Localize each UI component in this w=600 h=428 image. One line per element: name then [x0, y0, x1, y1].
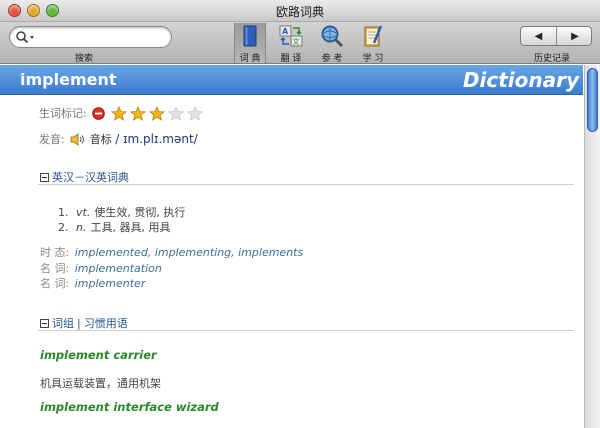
search-icon[interactable] — [15, 30, 37, 45]
search-input[interactable] — [38, 29, 168, 45]
learn-tool-button[interactable]: 学 习 — [357, 23, 389, 64]
word-mark-label: 生词标记: — [39, 107, 87, 120]
star-rating — [110, 105, 206, 121]
dictionary-tool-button[interactable]: 词 典 — [234, 23, 266, 64]
dictionary-tool-label: 词 典 — [239, 54, 261, 64]
notebook-pencil-icon — [364, 25, 383, 47]
word-form-row: 时 态: implemented, implementing, implemen… — [40, 244, 303, 260]
definition-text: 工具, 器具, 用具 — [90, 221, 171, 234]
phrase-link[interactable]: implement carrier — [40, 348, 157, 362]
forward-button[interactable]: ▶ — [557, 27, 591, 45]
phonetic-transcription: / ɪm.plɪ.mənt/ — [115, 132, 198, 146]
part-of-speech: n. — [76, 221, 87, 234]
star-empty-icon[interactable] — [167, 105, 184, 121]
magnifier-globe-icon — [321, 25, 344, 48]
title-bar: 欧路词典 — [0, 0, 600, 22]
definition-item: 2. n. 工具, 器具, 用具 — [58, 219, 170, 235]
section-header-en-zh[interactable]: 英汉－汉英词典 — [40, 169, 129, 185]
toolbar: 搜索 词 典 A 文 翻 译 参 考 学 习 ◀ ▶ 历史记录 — [0, 22, 600, 64]
word-form-link[interactable]: implementation — [75, 262, 162, 275]
speaker-icon[interactable] — [70, 132, 86, 146]
pronunciation-kind: 音标 — [89, 133, 112, 146]
definition-text: 使生效, 贯彻, 执行 — [94, 206, 186, 219]
translate-tool-label: 翻 译 — [280, 54, 302, 64]
entry-content: 生词标记: 发音: 音标 / ɪm.plɪ.mənt/ 英汉－汉英词典 1. vt… — [0, 96, 584, 428]
definition-number: 1. — [58, 206, 69, 219]
headword: implement — [20, 70, 117, 89]
star-filled-icon[interactable] — [148, 105, 165, 121]
history-nav: ◀ ▶ — [520, 26, 592, 46]
collapse-icon[interactable] — [40, 172, 49, 182]
clear-mark-icon[interactable] — [92, 106, 106, 120]
word-form-row: 名 词: implementer — [40, 275, 145, 291]
word-mark-row: 生词标记: — [39, 105, 206, 121]
reference-tool-label: 参 考 — [321, 54, 343, 64]
history-label: 历史记录 — [534, 54, 571, 64]
word-form-link[interactable]: implementer — [75, 277, 146, 290]
learn-tool-label: 学 习 — [362, 54, 384, 64]
search-label: 搜索 — [75, 54, 94, 64]
star-filled-icon[interactable] — [129, 105, 146, 121]
translate-icon: A 文 — [279, 25, 303, 47]
reference-tool-button[interactable]: 参 考 — [316, 23, 348, 64]
collapse-icon[interactable] — [40, 318, 49, 328]
book-icon — [243, 25, 257, 47]
svg-text:A: A — [282, 27, 289, 36]
svg-text:文: 文 — [293, 37, 300, 46]
star-filled-icon[interactable] — [110, 105, 127, 121]
dictionary-title: Dictionary — [462, 68, 579, 92]
definition-number: 2. — [58, 221, 69, 234]
window-title: 欧路词典 — [275, 5, 324, 19]
phrase-link[interactable]: implement interface wizard — [40, 400, 219, 414]
section-title: 英汉－汉英词典 — [52, 171, 129, 184]
translate-tool-button[interactable]: A 文 翻 译 — [275, 23, 307, 64]
word-form-label: 名 词: — [40, 262, 70, 275]
word-form-link[interactable]: implemented, implementing, implements — [75, 246, 304, 259]
word-form-label: 时 态: — [40, 246, 70, 259]
definition-item: 1. vt. 使生效, 贯彻, 执行 — [58, 204, 185, 220]
scroll-thumb[interactable] — [587, 68, 598, 132]
phrase-meaning: 机具运载装置，通用机架 — [40, 377, 161, 390]
back-button[interactable]: ◀ — [521, 27, 557, 45]
word-form-row: 名 词: implementation — [40, 260, 162, 276]
word-header: implement Dictionary — [0, 65, 583, 95]
section-title-phrases: 词组 — [52, 317, 74, 330]
section-divider — [38, 330, 574, 331]
star-empty-icon[interactable] — [186, 105, 203, 121]
section-header-phrases[interactable]: 词组 | 习惯用语 — [40, 315, 128, 331]
word-form-label: 名 词: — [40, 277, 70, 290]
section-divider — [38, 184, 574, 185]
pronunciation-label: 发音: — [39, 133, 65, 146]
word-mark-rating — [92, 105, 206, 121]
search-field[interactable] — [9, 26, 172, 48]
vertical-scrollbar[interactable] — [584, 65, 600, 428]
pronunciation-row: 发音: 音标 / ɪm.plɪ.mənt/ — [39, 131, 198, 147]
section-title-separator: | — [77, 316, 81, 330]
section-title-idioms: 习惯用语 — [83, 317, 128, 330]
part-of-speech: vt. — [76, 206, 91, 219]
